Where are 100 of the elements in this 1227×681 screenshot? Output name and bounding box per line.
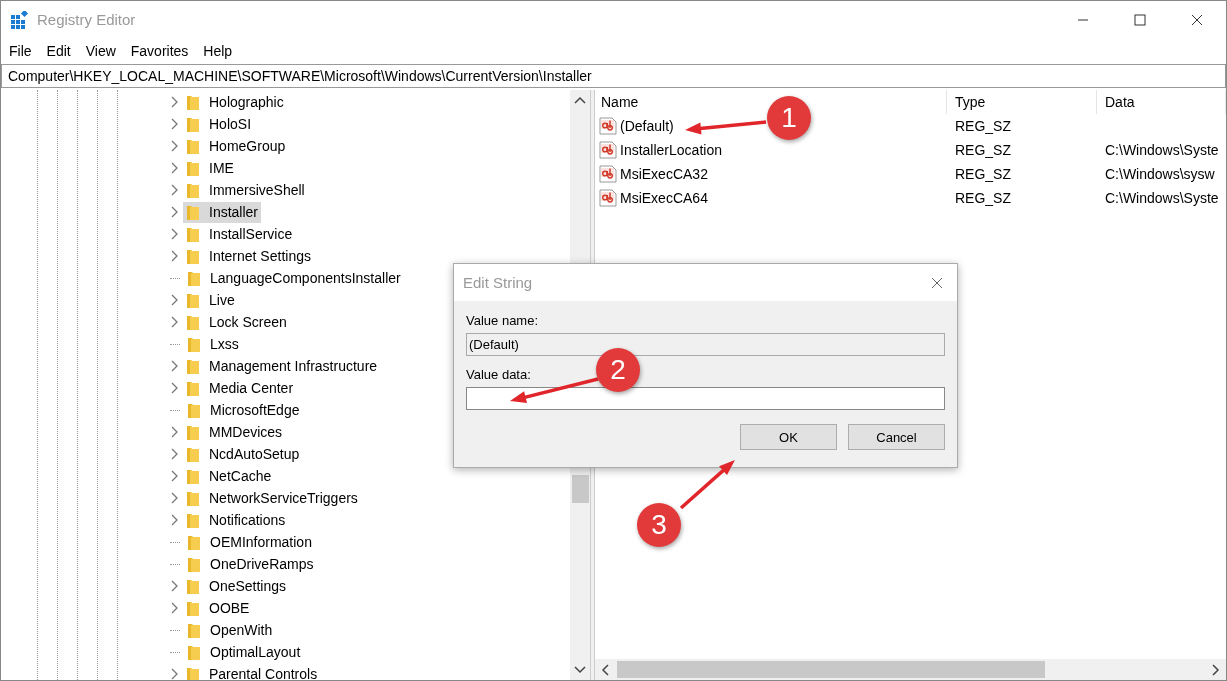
value-name[interactable]: MsiExecCA32 — [620, 166, 708, 182]
tree-item[interactable]: Media Center — [183, 377, 297, 399]
chevron-icon[interactable] — [171, 294, 179, 306]
scroll-left-icon[interactable] — [601, 663, 609, 676]
menu-item[interactable]: Favorites — [130, 42, 189, 59]
field-label: Value name: — [466, 313, 539, 328]
folder-icon — [186, 115, 200, 133]
value-name[interactable]: MsiExecCA64 — [620, 190, 708, 206]
tree-item[interactable]: MMDevices — [183, 421, 286, 443]
tree-item[interactable]: Installer — [183, 201, 262, 223]
chevron-icon[interactable] — [171, 118, 179, 130]
folder-icon — [186, 93, 200, 111]
folder-icon — [186, 665, 200, 680]
tree-item[interactable]: MicrosoftEdge — [184, 399, 303, 421]
chevron-icon[interactable] — [171, 602, 179, 614]
chevron-icon[interactable] — [171, 514, 179, 526]
tree-item[interactable]: Lxss — [184, 333, 242, 355]
tree-item[interactable]: OpenWith — [184, 619, 276, 641]
tree-item[interactable]: InstallService — [183, 223, 296, 245]
value-data: C:\Windows\sysw — [1104, 166, 1215, 182]
chevron-icon[interactable] — [171, 426, 179, 438]
chevron-icon[interactable] — [171, 96, 179, 108]
tree-item[interactable]: Lock Screen — [183, 311, 290, 333]
folder-icon — [187, 621, 201, 639]
tree-item[interactable]: LanguageComponentsInstaller — [184, 267, 404, 289]
tree-item[interactable]: ImmersiveShell — [183, 179, 308, 201]
folder-icon — [186, 423, 200, 441]
value-name-field[interactable]: (Default) — [466, 333, 945, 356]
tree-item[interactable]: OOBE — [183, 597, 253, 619]
tree-item[interactable]: OptimalLayout — [184, 641, 304, 663]
column-header[interactable]: Data — [1097, 90, 1226, 114]
chevron-icon[interactable] — [171, 250, 179, 262]
menu-item[interactable]: Edit — [46, 42, 71, 59]
menu-item[interactable]: View — [85, 42, 116, 59]
chevron-icon[interactable] — [171, 668, 179, 680]
value-type: REG_SZ — [954, 142, 1012, 158]
folder-icon — [186, 159, 200, 177]
scroll-up-icon[interactable] — [574, 96, 586, 104]
scrollbar-thumb[interactable] — [571, 475, 589, 503]
folder-icon — [186, 445, 200, 463]
folder-icon — [187, 643, 201, 661]
tree-item[interactable]: Holographic — [183, 91, 287, 113]
tree-item[interactable]: IME — [183, 157, 237, 179]
chevron-icon[interactable] — [171, 228, 179, 240]
chevron-icon[interactable] — [171, 448, 179, 460]
ok-button[interactable]: OK — [740, 424, 837, 450]
chevron-icon[interactable] — [171, 140, 179, 152]
tree-item[interactable]: NetCache — [183, 465, 275, 487]
folder-icon — [186, 181, 200, 199]
folder-icon — [186, 313, 200, 331]
chevron-icon[interactable] — [171, 206, 179, 218]
menu-item[interactable]: Help — [203, 42, 233, 59]
tree-item[interactable]: Internet Settings — [183, 245, 314, 267]
tree-item[interactable]: NcdAutoSetup — [183, 443, 303, 465]
tree-item[interactable]: HoloSI — [183, 113, 255, 135]
value-name[interactable]: (Default) — [620, 118, 674, 134]
chevron-icon[interactable] — [171, 492, 179, 504]
chevron-icon[interactable] — [171, 360, 179, 372]
tree-item[interactable]: Live — [183, 289, 238, 311]
chevron-icon[interactable] — [171, 382, 179, 394]
tree-item[interactable]: HomeGroup — [183, 135, 289, 157]
tree-item[interactable]: OneSettings — [183, 575, 290, 597]
tree-item[interactable]: NetworkServiceTriggers — [183, 487, 361, 509]
registry-editor-icon — [11, 10, 29, 29]
string-value-icon — [599, 189, 617, 207]
folder-icon — [187, 401, 201, 419]
scroll-right-icon[interactable] — [1212, 663, 1220, 676]
close-icon[interactable] — [931, 276, 943, 289]
field-label: Value data: — [466, 367, 531, 382]
chevron-icon[interactable] — [171, 184, 179, 196]
scrollbar-thumb[interactable] — [617, 661, 1045, 678]
tree-item[interactable]: OEMInformation — [184, 531, 315, 553]
address-bar[interactable]: Computer\HKEY_LOCAL_MACHINE\SOFTWARE\Microsoft\Windows\CurrentVersion\Installer — [1, 64, 1226, 88]
folder-icon — [186, 599, 200, 617]
tree-item[interactable]: Parental Controls — [183, 663, 321, 680]
value-data: C:\Windows\Syste — [1104, 142, 1219, 158]
folder-icon — [187, 335, 201, 353]
close-icon[interactable] — [1191, 13, 1203, 26]
chevron-icon[interactable] — [171, 470, 179, 482]
chevron-icon[interactable] — [171, 316, 179, 328]
string-value-icon — [599, 165, 617, 183]
menu-item[interactable]: File — [9, 42, 32, 59]
folder-icon — [186, 511, 200, 529]
folder-icon — [187, 269, 201, 287]
cancel-button[interactable]: Cancel — [848, 424, 945, 450]
scroll-down-icon[interactable] — [574, 666, 586, 674]
dialog-title: Edit String — [463, 274, 533, 291]
tree-item[interactable]: Notifications — [183, 509, 289, 531]
folder-icon — [187, 533, 201, 551]
folder-icon — [186, 467, 200, 485]
folder-icon — [186, 577, 200, 595]
string-value-icon — [599, 141, 617, 159]
column-header[interactable]: Type — [947, 90, 1097, 114]
tree-item[interactable]: OneDriveRamps — [184, 553, 317, 575]
maximize-icon[interactable] — [1134, 13, 1146, 26]
chevron-icon[interactable] — [171, 162, 179, 174]
tree-item[interactable]: Management Infrastructure — [183, 355, 381, 377]
value-data-field[interactable] — [466, 387, 945, 410]
chevron-icon[interactable] — [171, 580, 179, 592]
value-name[interactable]: InstallerLocation — [620, 142, 722, 158]
